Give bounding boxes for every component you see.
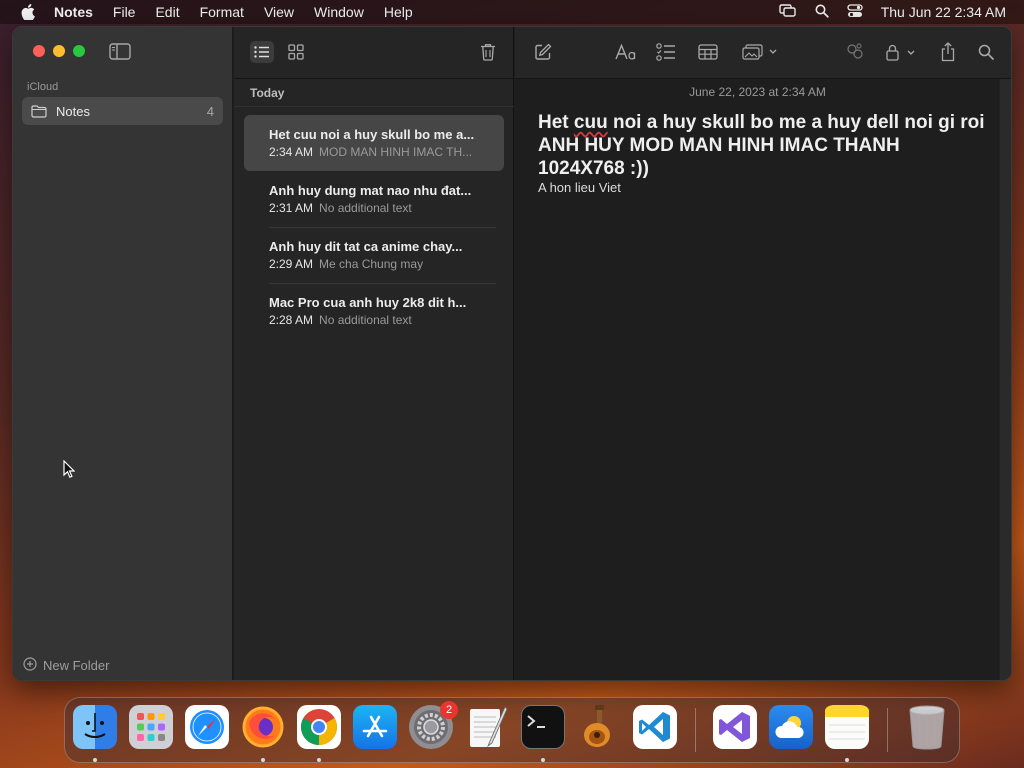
spelling-error-word: cuu <box>573 112 608 133</box>
lock-icon[interactable] <box>884 41 920 63</box>
notes-running-indicator <box>845 758 849 762</box>
note-time: 2:34 AM <box>269 145 314 159</box>
folders-sidebar: iCloud Notes 4 New Folder <box>13 27 233 680</box>
note-preview: No additional text <box>319 201 412 215</box>
trash-icon <box>481 44 495 61</box>
notification-badge: 2 <box>440 701 458 719</box>
visual-studio-icon[interactable] <box>713 705 757 749</box>
text-format-icon[interactable] <box>614 41 638 63</box>
system-settings-icon[interactable]: 2 <box>409 701 458 749</box>
plus-circle-icon <box>23 657 37 674</box>
spotlight-search-icon[interactable] <box>815 4 829 21</box>
chrome-icon[interactable] <box>297 705 341 749</box>
trash-icon[interactable] <box>905 705 949 750</box>
note-list-item[interactable]: Anh huy dit tat ca anime chay... 2:29 AM… <box>244 227 504 283</box>
screen-mirroring-icon[interactable] <box>778 3 797 21</box>
app-store-icon[interactable] <box>353 705 397 749</box>
editor-toolbar <box>515 27 1011 79</box>
chrome-running-indicator <box>317 758 321 762</box>
finder-icon[interactable] <box>73 705 117 749</box>
textedit-icon[interactable] <box>465 705 509 749</box>
note-list-item[interactable]: Het cuu noi a huy skull bo me a... 2:34 … <box>244 115 504 171</box>
menu-window[interactable]: Window <box>314 4 364 20</box>
launchpad-icon[interactable] <box>129 705 173 749</box>
note-list-item[interactable]: Mac Pro cua anh huy 2k8 dit h... 2:28 AM… <box>244 283 504 339</box>
note-title: Het cuu noi a huy skull bo me a... <box>269 127 475 142</box>
folder-notes[interactable]: Notes 4 <box>22 97 223 125</box>
note-time: 2:28 AM <box>269 313 314 327</box>
date-group-header: Today <box>234 79 514 107</box>
compose-icon[interactable] <box>533 41 553 63</box>
control-center-icon[interactable] <box>847 3 863 21</box>
icloud-section-label: iCloud <box>27 81 59 93</box>
media-menu-icon[interactable] <box>741 41 781 63</box>
note-editor: June 22, 2023 at 2:34 AM Het cuu noi a h… <box>515 27 1011 680</box>
share-icon[interactable] <box>938 41 958 63</box>
weather-icon[interactable] <box>769 705 813 749</box>
folder-note-count: 4 <box>206 103 214 119</box>
note-list-toolbar <box>234 27 514 79</box>
firefox-running-indicator <box>261 758 265 762</box>
zoom-button[interactable] <box>73 45 85 57</box>
window-controls <box>33 45 85 57</box>
list-view-button[interactable] <box>250 41 274 63</box>
folder-name: Notes <box>56 103 90 119</box>
note-body[interactable]: A hon lieu Viet <box>538 180 621 195</box>
menu-app-notes[interactable]: Notes <box>54 4 93 20</box>
note-list-pane: Today Het cuu noi a huy skull bo me a...… <box>234 27 514 680</box>
note-heading-start: Het <box>538 112 574 133</box>
folder-icon <box>31 104 47 118</box>
notes-app-icon[interactable] <box>825 705 869 749</box>
dock: 2 <box>64 697 960 763</box>
search-icon[interactable] <box>976 41 996 63</box>
mouse-cursor-icon <box>63 459 76 483</box>
close-button[interactable] <box>33 45 45 57</box>
firefox-icon[interactable] <box>241 705 285 749</box>
menu-bar: Notes File Edit Format View Window Help … <box>0 0 1024 24</box>
minimize-button[interactable] <box>53 45 65 57</box>
note-list-item[interactable]: Anh huy dung mat nao nhu đat... 2:31 AM N… <box>244 171 504 227</box>
delete-note-button[interactable] <box>477 41 499 63</box>
vscode-icon[interactable] <box>633 705 677 749</box>
note-title: Mac Pro cua anh huy 2k8 dit h... <box>269 295 467 310</box>
terminal-icon[interactable] <box>521 705 565 749</box>
note-preview: MOD MAN HINH IMAC TH... <box>319 145 473 159</box>
gallery-view-button[interactable] <box>285 41 307 63</box>
finder-running-indicator <box>93 758 97 762</box>
safari-icon[interactable] <box>185 705 229 749</box>
new-folder-button[interactable]: New Folder <box>23 657 109 674</box>
dock-divider <box>695 708 696 752</box>
note-preview: No additional text <box>319 313 412 327</box>
note-title: Anh huy dit tat ca anime chay... <box>269 239 463 254</box>
table-icon[interactable] <box>697 41 719 63</box>
note-time: 2:29 AM <box>269 257 314 271</box>
checklist-icon[interactable] <box>655 41 677 63</box>
notes-window: iCloud Notes 4 New Folder Today Het cuu … <box>12 26 1012 681</box>
menu-format[interactable]: Format <box>200 4 244 20</box>
menu-view[interactable]: View <box>264 4 294 20</box>
sidebar-toggle-icon[interactable] <box>109 43 131 60</box>
apple-menu-icon[interactable] <box>17 0 39 24</box>
menu-file[interactable]: File <box>113 4 136 20</box>
note-heading[interactable]: Het cuu noi a huy skull bo me a huy dell… <box>538 111 988 180</box>
note-title: Anh huy dung mat nao nhu đat... <box>269 183 472 198</box>
garageband-icon[interactable] <box>577 705 621 749</box>
note-preview: Me cha Chung may <box>319 257 424 271</box>
menubar-clock[interactable]: Thu Jun 22 2:34 AM <box>881 4 1006 20</box>
collaborate-icon[interactable] <box>844 41 866 63</box>
terminal-running-indicator <box>541 758 545 762</box>
dock-divider <box>887 708 888 752</box>
new-folder-label: New Folder <box>43 658 110 673</box>
note-timestamp: June 22, 2023 at 2:34 AM <box>689 85 826 99</box>
menu-help[interactable]: Help <box>384 4 413 20</box>
note-time: 2:31 AM <box>269 201 314 215</box>
menu-edit[interactable]: Edit <box>155 4 179 20</box>
editor-scrollbar[interactable] <box>999 79 1011 680</box>
